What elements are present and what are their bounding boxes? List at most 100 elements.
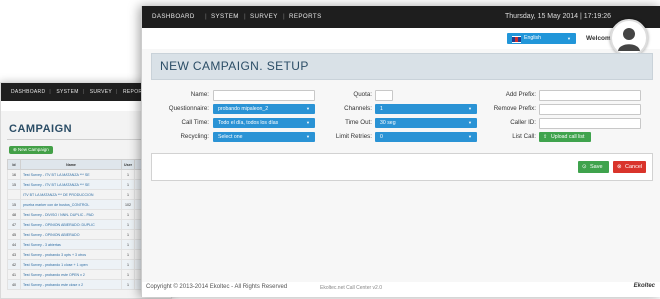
removeprefix-input[interactable] <box>539 104 641 115</box>
cell-name[interactable]: Test Survey - OPINION ABIERADO: DUPLIC <box>20 219 122 230</box>
addprefix-input[interactable] <box>539 90 641 101</box>
avatar[interactable] <box>610 19 648 57</box>
cell-user: 1 <box>121 259 135 270</box>
calltime-label: Call Time: <box>181 119 209 126</box>
cell-id: 43 <box>7 249 21 260</box>
cell-id: 41 <box>7 269 21 280</box>
recycling-value: Select one <box>218 134 243 140</box>
cell-user: 1 <box>121 239 135 250</box>
cell-user: 102 <box>121 199 135 210</box>
recycling-select[interactable]: Select one ▼ <box>213 132 315 142</box>
cell-name[interactable]: Test Survey - probando 1 close + 1 open <box>20 259 122 270</box>
cell-id: 40 <box>7 279 21 290</box>
uk-flag-icon <box>512 36 521 43</box>
save-button[interactable]: ⊙ Save <box>578 161 609 173</box>
callerid-input[interactable] <box>539 118 641 129</box>
chevron-down-icon: ▼ <box>468 120 472 125</box>
nav-system[interactable]: SYSTEM <box>211 6 239 28</box>
cell-name[interactable]: Test Survey - probando este close x 2 <box>20 279 122 290</box>
cell-name[interactable]: Test Survey - probando este OPEN x 2 <box>20 269 122 280</box>
nav-separator: | <box>82 89 85 95</box>
name-input[interactable] <box>213 90 315 101</box>
footer: Copyright © 2013-2014 Ekoltec - All Righ… <box>142 282 660 297</box>
cell-id: 15 <box>7 179 21 190</box>
channels-select[interactable]: 1 ▼ <box>375 104 477 114</box>
back-nav-dashboard[interactable]: DASHBOARD <box>11 89 45 95</box>
quota-label: Quota: <box>353 91 372 98</box>
limitretries-select[interactable]: 0 ▼ <box>375 132 477 142</box>
language-select[interactable]: English ▼ <box>507 33 576 44</box>
cell-id: 48 <box>7 209 21 220</box>
upload-label: Upload call list <box>551 134 585 140</box>
quota-input[interactable] <box>375 90 393 101</box>
nav-reports[interactable]: REPORTS <box>289 6 322 28</box>
language-label: English <box>524 35 542 41</box>
addprefix-label: Add Prefix: <box>505 91 536 98</box>
chevron-down-icon: ▼ <box>306 120 310 125</box>
cell-user: 1 <box>121 189 135 200</box>
channels-value: 1 <box>380 106 383 112</box>
timeout-label: Time Out: <box>345 119 372 126</box>
cell-id: 47 <box>7 219 21 230</box>
back-page-title: CAMPAIGN <box>9 123 73 135</box>
questionnaire-select[interactable]: probando mipaleon_2 ▼ <box>213 104 315 114</box>
back-nav-survey[interactable]: SURVEY <box>90 89 112 95</box>
new-campaign-window: DASHBOARD | SYSTEM | SURVEY | REPORTS Th… <box>141 6 660 297</box>
col-header-user[interactable]: User <box>121 159 135 170</box>
cell-id <box>7 189 21 200</box>
cell-id: 16 <box>7 169 21 180</box>
nav-survey[interactable]: SURVEY <box>250 6 278 28</box>
chevron-down-icon: ▼ <box>468 134 472 139</box>
cancel-button[interactable]: ⊗ Cancel <box>613 161 646 173</box>
cell-user: 1 <box>121 169 135 180</box>
cell-user: 1 <box>121 249 135 260</box>
cell-name[interactable]: prueba marker con de bustos_CONTROL <box>20 199 122 210</box>
save-label: Save <box>590 164 603 170</box>
nav-separator: | <box>49 89 51 95</box>
brand-logo: Ekoltec <box>633 283 655 289</box>
cell-user: 1 <box>121 179 135 190</box>
cell-name[interactable]: Test Survey - ITV BT LA MATANZA *** SE <box>20 169 122 180</box>
cell-user: 1 <box>121 269 135 280</box>
col-header-id[interactable]: Id <box>7 159 21 170</box>
chevron-down-icon: ▼ <box>306 134 310 139</box>
cancel-label: Cancel <box>625 164 643 170</box>
cancel-circle-icon: ⊗ <box>617 164 622 170</box>
timeout-value: 30 seg <box>380 120 396 126</box>
cell-id: 45 <box>7 229 21 240</box>
recycling-label: Recycling: <box>180 133 209 140</box>
page-title-bar: NEW CAMPAIGN. SETUP <box>151 53 653 80</box>
cell-name[interactable]: Test Survey - DIVISO / NNN- DUPLIC - PAD <box>20 209 122 220</box>
chevron-down-icon: ▼ <box>567 36 571 41</box>
questionnaire-value: probando mipaleon_2 <box>218 106 269 112</box>
upload-icon: ⇪ <box>543 134 548 140</box>
cell-user: 1 <box>121 209 135 220</box>
cell-user: 1 <box>121 279 135 290</box>
copyright-text: Copyright © 2013-2014 Ekoltec - All Righ… <box>146 284 288 290</box>
back-nav-system[interactable]: SYSTEM <box>56 89 78 95</box>
channels-label: Channels: <box>344 105 372 112</box>
cell-name[interactable]: ITV BT LA MATANZA *** DE PRODUCCION <box>20 189 122 200</box>
page-title: NEW CAMPAIGN. SETUP <box>160 59 309 73</box>
cell-id: 42 <box>7 259 21 270</box>
cell-name[interactable]: Test Survey - probando 3 opts + 3 otros <box>20 249 122 260</box>
cell-name[interactable]: Test Survey - OPINION ABIERADO <box>20 229 122 240</box>
cell-name[interactable]: Test Survey - ITV BT LA MATANZA *** SE <box>20 179 122 190</box>
chevron-down-icon: ▼ <box>468 106 472 111</box>
footer-middle-text: Ekoltec.net Call Center v2.0 <box>320 285 382 291</box>
cell-name[interactable]: Test Survey - 3 abiertas <box>20 239 122 250</box>
chevron-down-icon: ▼ <box>306 106 310 111</box>
nav-separator: | <box>116 89 118 95</box>
nav-dashboard[interactable]: DASHBOARD <box>152 6 195 28</box>
calltime-select[interactable]: Todo el día, todos los días ▼ <box>213 118 315 128</box>
nav-separator: | <box>205 13 207 20</box>
timeout-select[interactable]: 30 seg ▼ <box>375 118 477 128</box>
upload-call-list-button[interactable]: ⇪ Upload call list <box>539 132 591 142</box>
col-header-name[interactable]: Name <box>20 159 122 170</box>
nav-separator: | <box>283 13 285 20</box>
cell-id: 44 <box>7 239 21 250</box>
user-bar: English ▼ Welcome: <box>142 19 660 57</box>
limitretries-label: Limit Retries: <box>335 133 372 140</box>
new-campaign-button[interactable]: ⊕ New Campaign <box>9 146 53 154</box>
campaign-setup-form: Name: Questionnaire: probando mipaleon_2… <box>151 78 651 144</box>
